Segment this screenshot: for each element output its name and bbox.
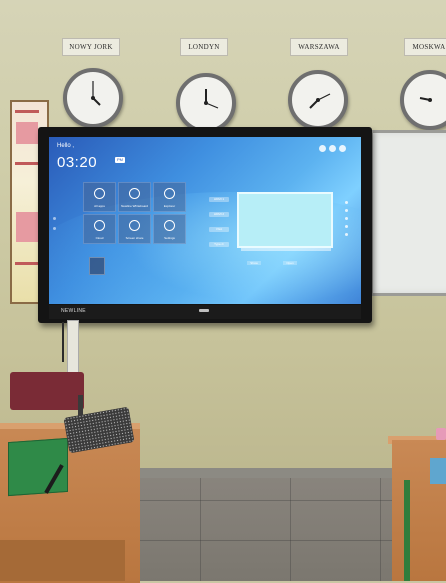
source-button-hdmi2[interactable]: HDMI 2 (209, 212, 229, 217)
whiteboard (370, 130, 446, 296)
wall-clock-moscow (400, 70, 446, 130)
cast-icon (129, 220, 140, 231)
city-label-moscow: MOSKWA (404, 38, 446, 56)
side-menu-dot-icon[interactable] (345, 209, 348, 212)
source-button-vga[interactable]: VGA (209, 227, 229, 232)
whiteboard-icon (129, 188, 140, 199)
apps-icon (94, 188, 105, 199)
app-tile-all-apps[interactable]: All apps (83, 182, 116, 212)
pinned-app-icon[interactable] (89, 257, 105, 275)
desk-front-panel (0, 540, 125, 581)
clock-face-icon (419, 97, 432, 102)
preview-show-button[interactable]: Show (247, 261, 261, 265)
chair-backrest (10, 372, 84, 410)
screen-clock-time: 03:20 (57, 154, 98, 171)
display-brand-label: NEWLINE (61, 308, 86, 314)
city-label-london: LONDYN (180, 38, 228, 56)
pink-object (436, 428, 446, 440)
screen-greeting: Hello , (57, 143, 75, 149)
notification-icon[interactable] (329, 145, 336, 152)
clock-face-icon (204, 89, 219, 109)
clock-face-icon (91, 81, 101, 106)
user-icon[interactable] (339, 145, 346, 152)
source-button-hdmi1[interactable]: HDMI 1 (209, 197, 229, 202)
source-preview-window[interactable] (237, 192, 333, 248)
left-edge-handle-icon[interactable] (53, 217, 56, 220)
power-cable (62, 322, 64, 362)
wall-clock-london (176, 73, 236, 133)
left-edge-handle-icon[interactable] (53, 227, 56, 230)
gear-icon (164, 220, 175, 231)
preview-open-button[interactable]: Open (283, 261, 297, 265)
folder-icon (164, 188, 175, 199)
source-button-typec[interactable]: Type-C (209, 242, 229, 247)
brand-logo-icon (199, 309, 209, 312)
city-label-new-york: NOWY JORK (62, 38, 120, 56)
clock-face-icon (309, 93, 331, 109)
search-icon[interactable] (319, 145, 326, 152)
app-tile-whiteboard[interactable]: Newline Whiteboard (118, 182, 151, 212)
wall-clock-new-york (63, 68, 123, 128)
city-label-warsaw: WARSZAWA (290, 38, 348, 56)
side-menu-dot-icon[interactable] (345, 217, 348, 220)
cloud-icon (94, 220, 105, 231)
wall-clock-warsaw (288, 70, 348, 130)
screen-clock-badge: PM (115, 157, 125, 163)
preview-progress-bar (241, 248, 331, 251)
app-tile-screen-share[interactable]: Screen share (118, 214, 151, 244)
app-tile-settings[interactable]: Settings (153, 214, 186, 244)
side-menu-dot-icon[interactable] (345, 225, 348, 228)
app-tile-explorer[interactable]: Explorer (153, 182, 186, 212)
blue-notebook (430, 458, 446, 484)
display-chin: NEWLINE (49, 305, 361, 319)
interactive-display-screen[interactable]: Hello , 03:20 PM All apps Newline Whiteb… (49, 137, 361, 304)
desk-right-leg (404, 480, 410, 581)
app-tile-cloud[interactable]: Cloud (83, 214, 116, 244)
side-menu-dot-icon[interactable] (345, 233, 348, 236)
side-menu-dot-icon[interactable] (345, 201, 348, 204)
